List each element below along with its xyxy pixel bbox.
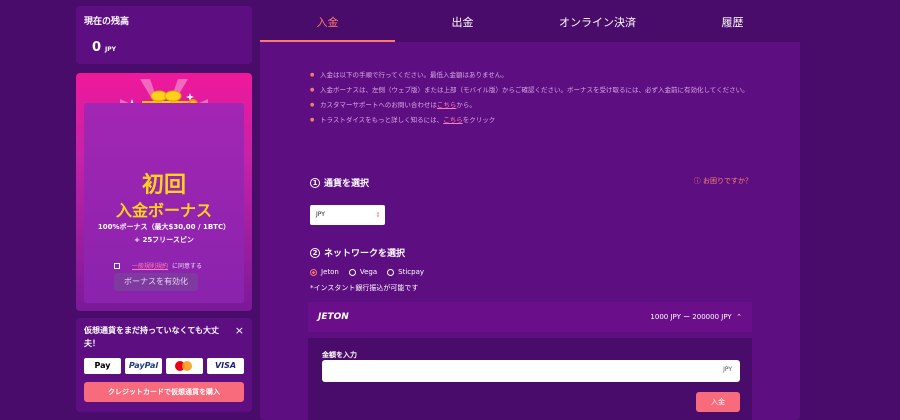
currency-select[interactable]: JPY ⇕ bbox=[310, 205, 385, 225]
buy-crypto-card: 仮想通貨をまだ持っていなくても大丈夫！ × Pay PayPal VISA クレ… bbox=[76, 318, 252, 412]
bonus-title-line2: 入金ボーナス bbox=[115, 201, 212, 220]
help-link[interactable]: ⓘ お困りですか？ bbox=[694, 176, 752, 186]
terms-checkbox[interactable] bbox=[114, 262, 120, 269]
network-label: Jeton bbox=[321, 268, 339, 276]
bonus-description: 100%ボーナス（最大$30,00 / 1BTC） bbox=[97, 223, 231, 231]
note-item: カスタマーサポートへのお問い合わせはこちらから。 bbox=[310, 100, 760, 111]
step-label: 通貨を選択 bbox=[324, 179, 370, 189]
instant-transfer-note: *インスタント銀行振込が可能です bbox=[310, 284, 419, 292]
step-select-network: 2 ネットワークを選択 bbox=[310, 246, 405, 259]
buy-crypto-button[interactable]: クレジットカードで仮想通貨を購入 bbox=[84, 382, 244, 402]
note-item: 入金は以下の手順で行ってください。最低入金額はありません。 bbox=[310, 70, 760, 81]
network-option-vega[interactable]: Vega bbox=[348, 268, 378, 276]
activate-bonus-button[interactable]: ボーナスを有効化 bbox=[114, 273, 198, 291]
balance-value: 0 bbox=[92, 40, 102, 55]
note-item: 入金ボーナスは、左側（ウェブ版）または上部（モバイル版）からご確認ください。ボー… bbox=[310, 85, 760, 96]
select-arrows-icon: ⇕ bbox=[375, 211, 381, 219]
jeton-logo: JETON bbox=[318, 312, 349, 322]
network-label: Vega bbox=[359, 268, 378, 276]
bonus-title-line1: 初回 bbox=[141, 173, 186, 198]
balance-amount: 0 JPY bbox=[92, 40, 116, 55]
cashier-tabs: 入金 出金 オンライン決済 履歴 bbox=[260, 6, 800, 42]
balance-currency: JPY bbox=[105, 46, 117, 53]
tab-history[interactable]: 履歴 bbox=[665, 6, 800, 42]
apple-pay-icon: Pay bbox=[84, 358, 121, 374]
radio-selected-icon[interactable] bbox=[310, 268, 317, 276]
gift-bow-icon bbox=[150, 90, 182, 102]
note-text: から。 bbox=[456, 101, 476, 109]
tab-withdraw[interactable]: 出金 bbox=[395, 6, 530, 42]
first-deposit-bonus-card: i 一般規則規約に同意する ボーナスを有効化 初回 入金ボーナス 100%ボーナ… bbox=[76, 73, 252, 311]
network-option-sticpay[interactable]: Sticpay bbox=[387, 268, 424, 276]
close-icon[interactable]: × bbox=[235, 324, 244, 337]
tab-deposit[interactable]: 入金 bbox=[260, 6, 395, 42]
network-options: Jeton Vega Sticpay bbox=[310, 268, 424, 276]
tab-online-payment[interactable]: オンライン決済 bbox=[530, 6, 665, 42]
about-link[interactable]: こちら bbox=[443, 116, 463, 124]
balance-card: 現在の残高 0 JPY bbox=[76, 6, 252, 64]
jeton-range: 1000 JPY ー 200000 JPY ⌃ bbox=[650, 312, 742, 322]
jeton-range-text: 1000 JPY ー 200000 JPY bbox=[650, 313, 732, 321]
step-number: 1 bbox=[310, 177, 320, 188]
balance-label: 現在の残高 bbox=[84, 17, 130, 27]
step-label: ネットワークを選択 bbox=[324, 249, 406, 259]
terms-agree-text: に同意する bbox=[172, 263, 203, 270]
mastercard-icon bbox=[166, 358, 203, 374]
deposit-button[interactable]: 入金 bbox=[696, 392, 740, 412]
payment-methods-row: Pay PayPal VISA bbox=[84, 358, 244, 374]
jeton-form: 金額を入力 JPY 入金 bbox=[308, 338, 752, 420]
network-label: Sticpay bbox=[398, 268, 424, 276]
visa-icon: VISA bbox=[207, 358, 244, 374]
bonus-free-spins: + 25フリースピン bbox=[134, 236, 194, 244]
cashier-panel: 入金 出金 オンライン決済 履歴 入金は以下の手順で行ってください。最低入金額は… bbox=[260, 6, 800, 420]
amount-currency: JPY bbox=[723, 366, 732, 373]
note-text: トラストダイスをもっと詳しく知るには、 bbox=[320, 116, 444, 124]
step-select-currency: 1 通貨を選択 bbox=[310, 176, 369, 189]
note-text: をクリック bbox=[462, 116, 496, 124]
support-link[interactable]: こちら bbox=[437, 101, 457, 109]
terms-link[interactable]: 一般規則規約 bbox=[132, 261, 168, 270]
jeton-header[interactable]: JETON 1000 JPY ー 200000 JPY ⌃ bbox=[308, 302, 752, 332]
deposit-notes: 入金は以下の手順で行ってください。最低入金額はありません。 入金ボーナスは、左側… bbox=[310, 70, 760, 130]
note-item: トラストダイスをもっと詳しく知るには、こちらをクリック bbox=[310, 115, 760, 126]
step-number: 2 bbox=[310, 247, 320, 258]
amount-label: 金額を入力 bbox=[322, 351, 357, 359]
network-option-jeton[interactable]: Jeton bbox=[310, 268, 339, 276]
terms-agree-row[interactable]: 一般規則規約 に同意する bbox=[114, 261, 202, 270]
currency-select-value: JPY bbox=[316, 211, 325, 218]
note-text: カスタマーサポートへのお問い合わせは bbox=[320, 101, 437, 109]
buy-crypto-message: 仮想通貨をまだ持っていなくても大丈夫！ bbox=[84, 326, 219, 348]
amount-input[interactable] bbox=[322, 360, 740, 382]
chevron-up-icon[interactable]: ⌃ bbox=[736, 313, 742, 321]
radio-icon[interactable] bbox=[387, 268, 395, 276]
radio-icon[interactable] bbox=[348, 268, 356, 276]
paypal-icon: PayPal bbox=[125, 358, 162, 374]
